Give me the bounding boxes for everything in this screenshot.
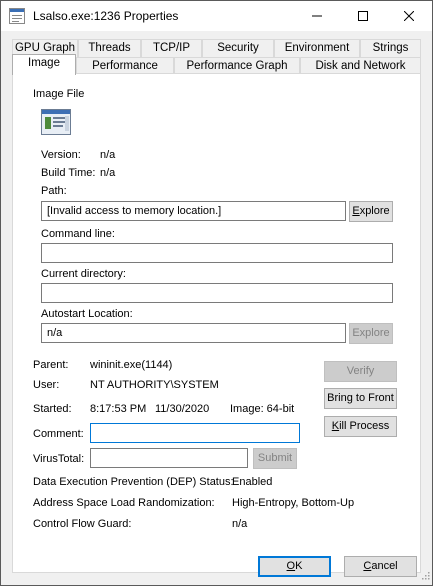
window-title: Lsalso.exe:1236 Properties bbox=[33, 9, 179, 23]
started-time: 8:17:53 PM bbox=[90, 403, 147, 415]
comment-label: Comment: bbox=[33, 428, 84, 440]
parent-label: Parent: bbox=[33, 359, 69, 371]
comment-input[interactable] bbox=[90, 423, 300, 443]
user-label: User: bbox=[33, 379, 60, 391]
kill-mnemonic: K bbox=[331, 420, 340, 432]
parent-value: wininit.exe(1144) bbox=[90, 359, 173, 371]
dep-label: Data Execution Prevention (DEP) Status: bbox=[33, 476, 234, 488]
version-value: n/a bbox=[100, 149, 116, 161]
path-field[interactable]: [Invalid access to memory location.] bbox=[41, 201, 346, 221]
autostart-explore-button[interactable]: Explore bbox=[349, 323, 393, 344]
kill-process-button[interactable]: Kill Process bbox=[324, 416, 397, 437]
version-label: Version: bbox=[41, 149, 81, 161]
properties-window: Lsalso.exe:1236 Properties GPU Graph Thr… bbox=[0, 0, 433, 586]
submit-button[interactable]: Submit bbox=[253, 448, 297, 469]
ok-rest: K bbox=[295, 560, 303, 572]
image-file-group-title: Image File bbox=[31, 88, 87, 100]
autostart-location-label: Autostart Location: bbox=[41, 308, 133, 320]
resize-grip-icon[interactable] bbox=[420, 570, 430, 583]
explore-mnemonic: E bbox=[352, 205, 360, 217]
virustotal-field[interactable] bbox=[90, 448, 248, 468]
tab-tcpip[interactable]: TCP/IP bbox=[141, 39, 202, 57]
verify-button[interactable]: Verify bbox=[324, 361, 397, 382]
minimize-button[interactable] bbox=[294, 1, 340, 31]
path-explore-button[interactable]: Explore bbox=[349, 201, 393, 222]
current-directory-field[interactable] bbox=[41, 283, 393, 303]
build-time-value: n/a bbox=[100, 167, 116, 179]
command-line-label: Command line: bbox=[41, 228, 115, 240]
cfg-value: n/a bbox=[232, 518, 248, 530]
cancel-button[interactable]: Cancel bbox=[344, 556, 417, 577]
maximize-button[interactable] bbox=[340, 1, 386, 31]
tab-security[interactable]: Security bbox=[202, 39, 274, 57]
current-directory-label: Current directory: bbox=[41, 268, 126, 280]
image-bitness: Image: 64-bit bbox=[230, 403, 295, 415]
virustotal-label: VirusTotal: bbox=[33, 453, 85, 465]
executable-image-icon bbox=[41, 109, 71, 138]
user-value: NT AUTHORITY\SYSTEM bbox=[90, 379, 219, 391]
ok-mnemonic: O bbox=[286, 560, 296, 572]
bring-to-front-button[interactable]: Bring to Front bbox=[324, 388, 397, 409]
aslr-label: Address Space Load Randomization: bbox=[33, 497, 215, 509]
aslr-value: High-Entropy, Bottom-Up bbox=[232, 497, 355, 509]
ok-button[interactable]: OK bbox=[258, 556, 331, 577]
close-icon bbox=[404, 11, 414, 21]
minimize-icon bbox=[312, 15, 322, 17]
autostart-location-field[interactable]: n/a bbox=[41, 323, 346, 343]
explore-rest: xplore bbox=[359, 205, 390, 217]
cancel-rest: ancel bbox=[371, 560, 398, 572]
title-bar[interactable]: Lsalso.exe:1236 Properties bbox=[1, 1, 432, 31]
started-date: 11/30/2020 bbox=[155, 403, 210, 415]
maximize-icon bbox=[358, 11, 368, 21]
tab-image[interactable]: Image bbox=[12, 54, 76, 75]
started-label: Started: bbox=[33, 403, 72, 415]
cfg-label: Control Flow Guard: bbox=[33, 518, 132, 530]
tab-threads[interactable]: Threads bbox=[78, 39, 141, 57]
dep-value: Enabled bbox=[232, 476, 273, 488]
build-time-label: Build Time: bbox=[41, 167, 96, 179]
path-label: Path: bbox=[41, 185, 67, 197]
command-line-field[interactable] bbox=[41, 243, 393, 263]
close-button[interactable] bbox=[386, 1, 432, 31]
tab-strings[interactable]: Strings bbox=[360, 39, 421, 57]
process-explorer-icon bbox=[9, 8, 25, 24]
kill-rest: ill Process bbox=[339, 420, 390, 432]
tab-environment[interactable]: Environment bbox=[274, 39, 360, 57]
